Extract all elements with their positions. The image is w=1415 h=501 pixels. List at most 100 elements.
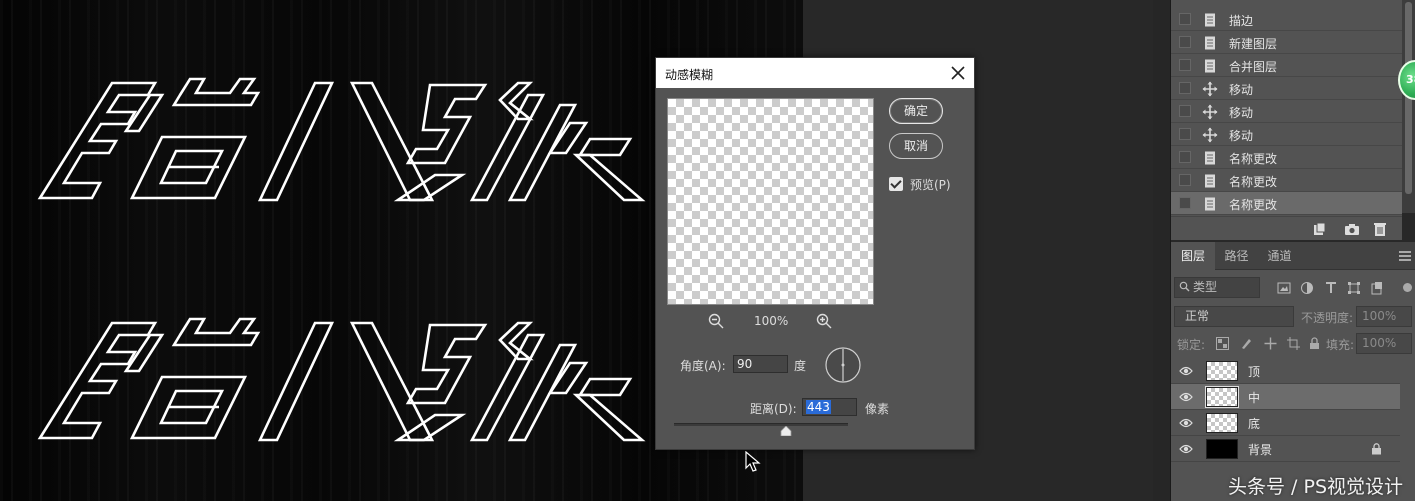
history-scrollbar[interactable] <box>1402 0 1415 213</box>
layer-row-bottom[interactable]: 底 <box>1171 410 1400 436</box>
history-item[interactable]: 新建图层 <box>1171 31 1402 54</box>
history-item[interactable]: 移动 <box>1171 100 1402 123</box>
layer-filter-select[interactable]: 类型 <box>1174 277 1260 298</box>
new-document-from-state-icon[interactable] <box>1311 221 1327 237</box>
visibility-eye-icon[interactable] <box>1179 391 1193 403</box>
layer-row-top[interactable]: 顶 <box>1171 358 1400 384</box>
document-icon <box>1205 59 1215 73</box>
layer-row-middle[interactable]: 中 <box>1171 384 1400 410</box>
history-item-label: 移动 <box>1229 83 1254 97</box>
visibility-eye-icon[interactable] <box>1179 365 1193 377</box>
history-snapshot-source[interactable] <box>1179 59 1191 71</box>
move-icon <box>1202 127 1218 143</box>
document-icon <box>1205 13 1215 27</box>
history-footer <box>1171 216 1402 240</box>
document-icon <box>1205 151 1215 165</box>
filter-toggle[interactable] <box>1403 283 1412 292</box>
distance-input[interactable]: 443 <box>802 398 857 416</box>
layer-thumbnail[interactable] <box>1206 413 1238 433</box>
distance-slider-handle[interactable] <box>780 426 792 436</box>
layer-filter-row: 类型 <box>1171 276 1415 300</box>
layer-name[interactable]: 背景 <box>1248 441 1272 458</box>
history-snapshot-source[interactable] <box>1179 174 1191 186</box>
history-snapshot-source[interactable] <box>1179 151 1191 163</box>
document-icon <box>1205 174 1215 188</box>
history-item-label: 移动 <box>1229 106 1254 120</box>
preview-label[interactable]: 预览(P) <box>910 176 951 193</box>
preview-checkbox[interactable] <box>889 177 903 191</box>
history-item-label: 新建图层 <box>1229 37 1278 51</box>
layer-thumbnail[interactable] <box>1206 361 1238 381</box>
tab-layers[interactable]: 图层 <box>1171 242 1215 270</box>
distance-slider-track[interactable] <box>674 423 848 426</box>
distance-label: 距离(D): <box>750 402 797 416</box>
history-snapshot-source[interactable] <box>1179 36 1191 48</box>
history-item-label: 移动 <box>1229 129 1254 143</box>
layer-name[interactable]: 底 <box>1248 415 1260 432</box>
panel-menu-icon[interactable] <box>1399 251 1411 261</box>
tab-channels[interactable]: 通道 <box>1258 242 1301 270</box>
adjustment-layer-filter-icon[interactable] <box>1300 281 1314 295</box>
cancel-button[interactable]: 取消 <box>889 133 943 159</box>
layer-row-background[interactable]: 背景 <box>1171 436 1400 462</box>
dialog-titlebar[interactable]: 动感模糊 <box>656 58 974 88</box>
history-snapshot-source[interactable] <box>1179 13 1191 25</box>
lock-artboard-icon[interactable] <box>1287 337 1300 350</box>
smart-object-filter-icon[interactable] <box>1370 281 1384 295</box>
fill-label: 填充: <box>1326 338 1355 352</box>
blend-mode-select[interactable]: 正常 <box>1174 306 1294 327</box>
filter-preview[interactable] <box>667 98 874 305</box>
layer-thumbnail[interactable] <box>1205 386 1239 408</box>
history-item[interactable]: 移动 <box>1171 77 1402 100</box>
visibility-eye-icon[interactable] <box>1179 443 1193 455</box>
pixel-layer-filter-icon[interactable] <box>1277 281 1291 295</box>
distance-value-selected: 443 <box>806 400 831 414</box>
angle-dial[interactable] <box>824 346 862 384</box>
type-layer-filter-icon[interactable] <box>1324 281 1338 295</box>
distance-unit: 像素 <box>865 402 890 416</box>
tab-paths[interactable]: 路径 <box>1215 242 1258 270</box>
layer-name[interactable]: 顶 <box>1248 363 1260 380</box>
layer-name[interactable]: 中 <box>1248 389 1260 406</box>
watermark: 头条号 / PS视觉设计 <box>1228 476 1403 498</box>
outlined-art-text-bottom <box>37 317 646 442</box>
history-snapshot-source[interactable] <box>1179 105 1191 117</box>
history-snapshot-source[interactable] <box>1179 128 1191 140</box>
panel-dock-separator[interactable] <box>1153 0 1171 501</box>
history-item[interactable]: 名称更改 <box>1171 146 1402 169</box>
history-item[interactable]: 合并图层 <box>1171 54 1402 77</box>
close-icon[interactable] <box>946 61 970 85</box>
history-snapshot-source[interactable] <box>1179 197 1191 209</box>
history-item-label: 合并图层 <box>1229 60 1278 74</box>
layer-filter-label: 类型 <box>1193 280 1218 294</box>
history-item[interactable]: 移动 <box>1171 123 1402 146</box>
trash-icon[interactable] <box>1372 221 1388 237</box>
dialog-title: 动感模糊 <box>665 68 714 82</box>
lock-position-icon[interactable] <box>1264 337 1277 350</box>
camera-icon[interactable] <box>1344 221 1360 237</box>
layer-thumbnail[interactable] <box>1206 439 1238 459</box>
visibility-eye-icon[interactable] <box>1179 417 1193 429</box>
blend-row: 正常 不透明度: 100% <box>1171 306 1415 328</box>
history-snapshot-source[interactable] <box>1179 82 1191 94</box>
lock-all-icon[interactable] <box>1308 337 1321 350</box>
layers-panel-tabs: 图层 路径 通道 <box>1171 242 1415 270</box>
lock-icon <box>1372 443 1381 455</box>
angle-input[interactable]: 90 <box>733 355 788 373</box>
lock-image-pixels-icon[interactable] <box>1240 337 1253 350</box>
history-item[interactable]: 描边 <box>1171 8 1402 31</box>
opacity-label: 不透明度: <box>1301 311 1354 325</box>
lock-transparent-pixels-icon[interactable] <box>1216 337 1229 350</box>
history-panel: 描边 新建图层 合并图层 移动 移动 移动 名称更改 名称更改 名称更改 <box>1171 0 1402 240</box>
ok-button[interactable]: 确定 <box>889 98 943 124</box>
fill-input[interactable]: 100% <box>1356 333 1412 354</box>
zoom-in-icon[interactable] <box>815 312 833 330</box>
zoom-out-icon[interactable] <box>707 312 725 330</box>
shape-layer-filter-icon[interactable] <box>1347 281 1361 295</box>
search-icon <box>1179 281 1190 292</box>
history-item[interactable]: 名称更改 <box>1171 169 1402 192</box>
lock-label: 锁定: <box>1177 338 1206 352</box>
history-item[interactable]: 名称更改 <box>1171 192 1402 215</box>
history-item-label: 名称更改 <box>1229 152 1278 166</box>
opacity-input[interactable]: 100% <box>1356 306 1412 327</box>
